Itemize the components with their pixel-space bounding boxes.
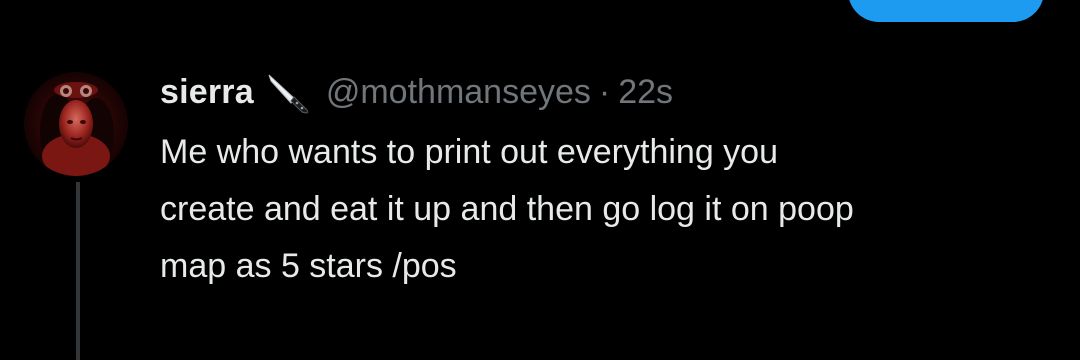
author-handle[interactable]: @mothmanseyes (326, 73, 591, 112)
tweet-text: Me who wants to print out everything you… (160, 133, 854, 285)
timestamp[interactable]: 22s (618, 73, 673, 112)
kitchen-knife-icon (266, 69, 312, 115)
author-display-name[interactable]: sierra (160, 73, 254, 112)
thread-line (76, 182, 80, 360)
tweet-header: sierra @mothmanseyes · 22s (160, 66, 673, 118)
avatar-image (24, 72, 128, 176)
action-button[interactable] (848, 0, 1044, 22)
separator-dot: · (598, 72, 611, 111)
avatar[interactable] (24, 72, 128, 176)
tweet-screen: sierra @mothmanseyes · 22s Me who wants … (0, 0, 1080, 360)
